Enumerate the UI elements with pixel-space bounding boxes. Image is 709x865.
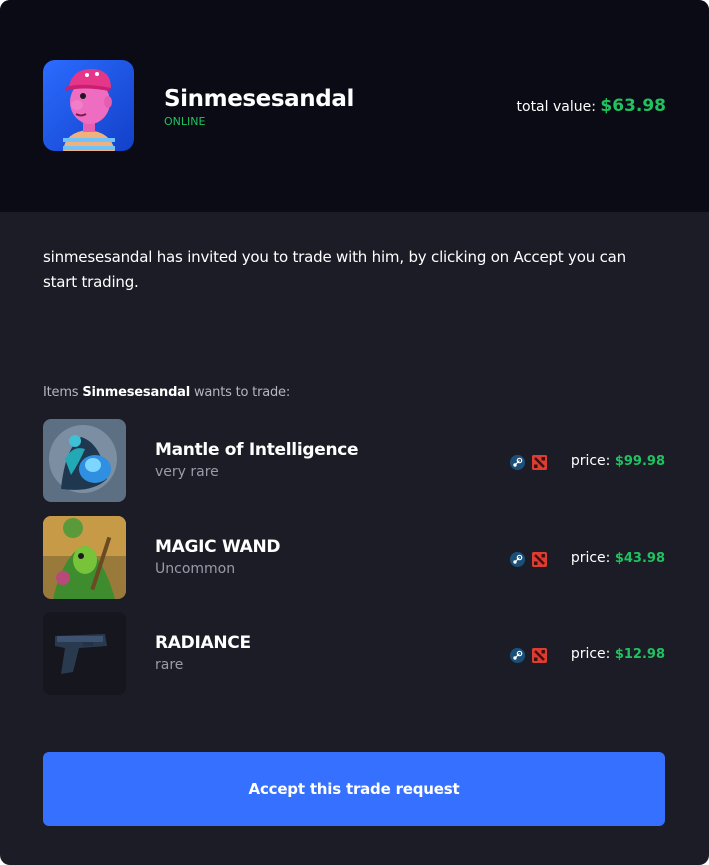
radiance-item-icon [43,612,126,695]
item-name: RADIANCE [155,633,251,653]
items-caption-suffix: wants to trade: [193,385,291,400]
online-status: ONLINE [164,115,206,128]
item-price-amount: $43.98 [614,551,665,566]
trade-item[interactable]: RADIANCE rare price: $12.98 [43,612,665,696]
total-value-amount: $63.98 [600,96,666,116]
mantle-item-icon [43,419,126,502]
dota-icon [532,648,547,663]
items-caption: Items Sinmesesandal wants to trade: [43,385,290,400]
trade-item[interactable]: Mantle of Intelligence very rare price: … [43,419,665,503]
item-price-amount: $12.98 [614,647,665,662]
item-thumbnail [43,419,126,502]
magic-wand-item-icon [43,516,126,599]
dota-icon [532,552,547,567]
avatar [43,60,134,151]
item-rarity: Uncommon [155,561,236,577]
invite-message: sinmesesandal has invited you to trade w… [43,248,626,291]
item-price: price: $12.98 [571,646,665,662]
username: Sinmesesandal [164,86,354,112]
item-price-amount: $99.98 [614,454,665,469]
item-rarity: rare [155,657,184,673]
trade-item[interactable]: MAGIC WAND Uncommon price: $43.98 [43,516,665,600]
items-caption-prefix: Items [43,385,79,400]
item-thumbnail [43,516,126,599]
items-caption-user: Sinmesesandal [82,385,191,400]
profile-header: Sinmesesandal ONLINE total value: $63.98 [0,0,709,212]
item-price-label: price: [570,550,611,566]
accept-trade-button[interactable]: Accept this trade request [43,752,665,826]
item-thumbnail [43,612,126,695]
item-rarity: very rare [155,464,219,480]
cartoon-avatar-icon [43,60,134,151]
item-price-label: price: [570,646,611,662]
steam-icon [510,455,525,470]
steam-icon [510,648,525,663]
item-name: MAGIC WAND [155,537,281,557]
trade-invite-card: Sinmesesandal ONLINE total value: $63.98… [0,0,709,865]
item-price: price: $99.98 [571,453,665,469]
item-price: price: $43.98 [571,550,665,566]
item-name: Mantle of Intelligence [155,440,359,460]
total-value-label: total value: [516,99,596,115]
total-value: total value: $63.98 [517,96,666,116]
dota-icon [532,455,547,470]
item-price-label: price: [570,453,611,469]
steam-icon [510,552,525,567]
